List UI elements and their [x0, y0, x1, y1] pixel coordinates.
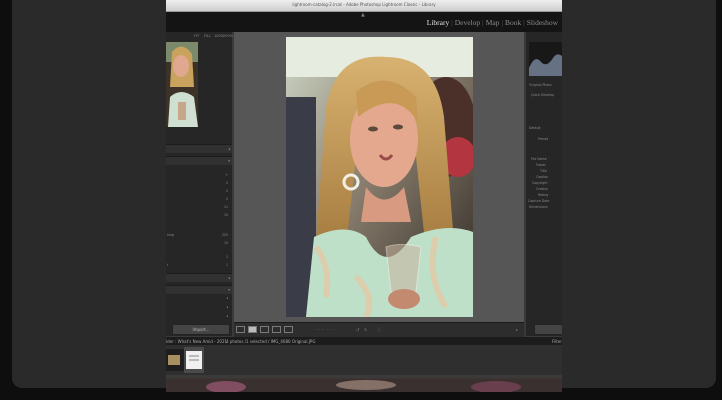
filter-label[interactable]: Filter	[552, 339, 562, 344]
metadata-rating: Rating	[538, 193, 549, 197]
rating-stars[interactable]: · · · · · · · ·	[314, 327, 333, 332]
list-item[interactable]: hing 225	[166, 232, 230, 238]
list-item[interactable]: t1	[166, 262, 230, 268]
filmstrip-thumbnail-selected[interactable]	[184, 347, 204, 373]
navigator-preview-image	[166, 42, 198, 127]
metadata-folder: Folder	[536, 163, 546, 167]
metadata-caption: Caption	[536, 175, 549, 179]
histogram	[529, 42, 562, 76]
zoom-fill[interactable]: FILL	[204, 34, 211, 38]
quick-develop-header[interactable]: Quick Develop	[531, 93, 554, 97]
list-item[interactable]: 10	[166, 212, 230, 218]
collections-header[interactable]: ▾	[166, 156, 232, 165]
list-item[interactable]: ◂	[166, 304, 230, 310]
rotate-left-icon[interactable]: ↺	[356, 327, 359, 332]
histogram-graph	[529, 54, 562, 76]
list-item[interactable]: 11	[166, 204, 230, 210]
module-develop[interactable]: Develop	[453, 18, 482, 27]
list-item[interactable]: 2	[166, 196, 230, 202]
list-item[interactable]: +	[166, 172, 230, 178]
original-photo-checkbox[interactable]: Original Photo	[529, 83, 552, 87]
filmstrip	[166, 345, 562, 375]
chevron-down-icon[interactable]: ▾	[228, 288, 230, 292]
list-item[interactable]: 2	[166, 180, 230, 186]
module-map[interactable]: Map	[484, 18, 502, 27]
publish-services-header[interactable]: ▾	[166, 285, 232, 294]
metadata-capture-date: Capture Date	[528, 199, 550, 203]
left-panel: FIT FILL 100% 200% ◂ ▾ + 2 2 2 11 10 hin…	[166, 32, 233, 336]
background-strip	[166, 378, 562, 392]
survey-view-button[interactable]	[272, 326, 281, 333]
list-item[interactable]: ◂	[166, 313, 230, 319]
chevron-left-icon[interactable]: ◂	[228, 147, 230, 151]
preset-label: Preset	[538, 137, 548, 141]
chevron-left-icon[interactable]: ◂	[228, 276, 230, 280]
list-item[interactable]: 1	[166, 254, 230, 260]
publish-header[interactable]: ◂	[166, 273, 232, 282]
list-item[interactable]: ◂	[166, 295, 230, 301]
zoom-fit[interactable]: FIT	[194, 34, 199, 38]
window-title: lightroom-catalog-2.lrcat - Adobe Photos…	[292, 2, 436, 7]
chevron-up-icon[interactable]: ▲	[361, 12, 365, 18]
photo-image	[286, 37, 473, 317]
right-panel: Original Photo Quick Develop Default Pre…	[526, 32, 562, 336]
sync-button[interactable]	[534, 324, 562, 335]
lightroom-window: lightroom-catalog-2.lrcat - Adobe Photos…	[166, 0, 562, 392]
default-dropdown[interactable]: Default	[529, 126, 541, 130]
filmstrip-header: lder : What's New Amid - 2021 4 photos /…	[166, 337, 562, 345]
info-icon[interactable]: ⓘ	[377, 327, 381, 333]
filmstrip-source[interactable]: lder : What's New Amid - 2021	[166, 339, 227, 344]
toolbar-menu-icon[interactable]: ▸	[516, 327, 518, 332]
navigator-header: FIT FILL 100% 200%	[166, 32, 233, 41]
zoom-200[interactable]: 200%	[223, 34, 233, 38]
module-library[interactable]: Library	[425, 18, 452, 27]
chevron-down-icon[interactable]: ▾	[228, 159, 230, 163]
loupe-view-button[interactable]	[248, 326, 257, 333]
rotate-right-icon[interactable]: ↻	[364, 327, 367, 332]
navigator-preview[interactable]	[166, 42, 198, 127]
module-slideshow[interactable]: Slideshow	[525, 18, 560, 27]
people-view-button[interactable]	[284, 326, 293, 333]
filmstrip-selection-info: 4 photos /1 selected / IMG_4080 Original…	[226, 339, 316, 344]
metadata-creator: Creator	[536, 187, 548, 191]
compare-view-button[interactable]	[260, 326, 269, 333]
module-book[interactable]: Book	[503, 18, 523, 27]
metadata-dimensions: Dimensions	[529, 205, 548, 209]
main-photo[interactable]	[286, 37, 473, 317]
filmstrip-thumbnail[interactable]	[166, 349, 184, 371]
metadata-title: Title	[540, 169, 547, 173]
list-item[interactable]: 10	[166, 240, 230, 246]
metadata-file-name: File Name	[531, 157, 547, 161]
metadata-copyright: Copyright	[532, 181, 548, 185]
list-item[interactable]: 2	[166, 188, 230, 194]
window-titlebar: lightroom-catalog-2.lrcat - Adobe Photos…	[166, 0, 562, 12]
module-list: Library | Develop | Map | Book | Slideshow	[425, 18, 560, 27]
toolbar: · · · · · · · · ↺ ↻ ⓘ ▸	[234, 322, 524, 337]
left-section-header[interactable]: ◂	[166, 144, 232, 153]
loupe-view[interactable]	[234, 32, 524, 322]
import-button[interactable]: Import...	[172, 324, 230, 335]
grid-view-button[interactable]	[236, 326, 245, 333]
